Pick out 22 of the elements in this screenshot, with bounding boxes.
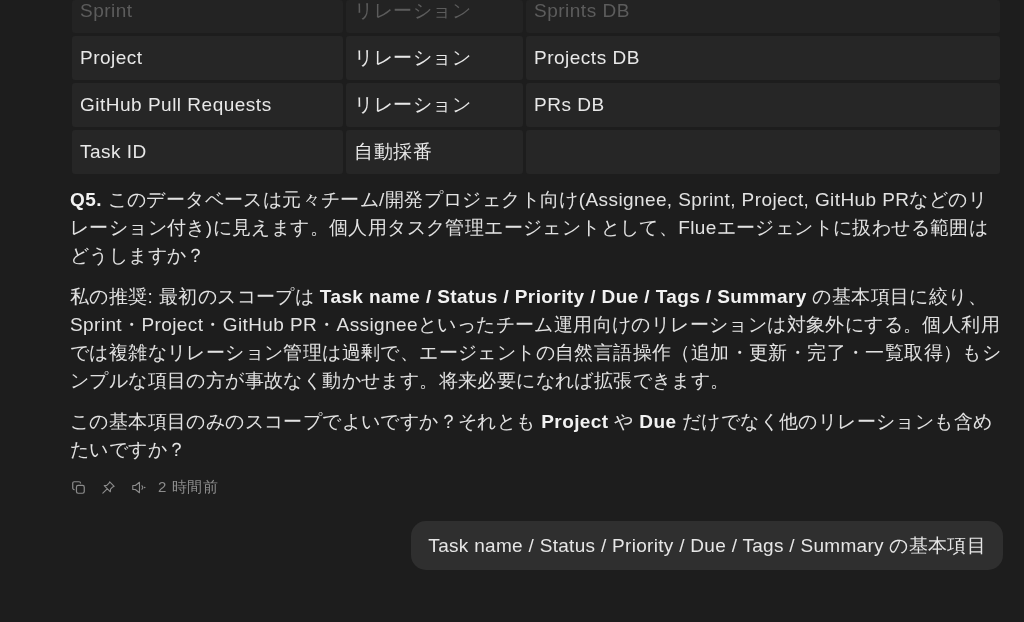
table-cell: Sprint [72,0,343,33]
speaker-icon [132,480,146,494]
copy-button[interactable] [72,480,85,494]
table-cell: 自動採番 [346,130,523,174]
pin-icon [102,480,115,494]
user-message-bubble: Task name / Status / Priority / Due / Tags / Summary の基本項目 [411,521,1003,570]
table-cell: Projects DB [526,36,1000,80]
table-cell: Project [72,36,343,80]
message-paragraph: Q5. このデータベースは元々チーム/開発プロジェクト向け(Assignee, Sprint, Project, GitHub PRなどのリレーション付き)に見えます。個人用タスク管理エージェントとして、Flueエージェントに扱わせる範囲はどうしますか？ [70,188,990,268]
message-paragraph: この基本項目のみのスコープでよいですか？それとも Project や Due だけでなく他のリレーションも含めたいですか？ [70,410,994,462]
table-cell: リレーション [346,83,523,127]
table-cell: Sprints DB [526,0,1000,33]
table-cell: PRs DB [526,83,1000,127]
message-paragraph: 私の推奨: 最初のスコープは Task name / Status / Priority / Due / Tags / Summary の基本項目に絞り、 Sprint・Project・GitHub PR・Assigneeといったチーム運用向けのリレーションは対象外にする。個人利用では複雑なリレーション管理は過剰で、エージェントの自然言語操作（追加・更新・完了・一覧取得）もシンプルな項目の方が事故なく動かせます。将来必要になれば拡張できます。 [70,285,1003,393]
message-time: 2 時間前 [158,477,219,497]
table-cell: リレーション [346,36,523,80]
table-cell: Task ID [72,130,343,174]
read-aloud-button[interactable] [132,480,146,494]
table-cell: リレーション [346,0,523,33]
table-cell: GitHub Pull Requests [72,83,343,127]
copy-icon [72,480,85,494]
pin-button[interactable] [102,480,115,494]
